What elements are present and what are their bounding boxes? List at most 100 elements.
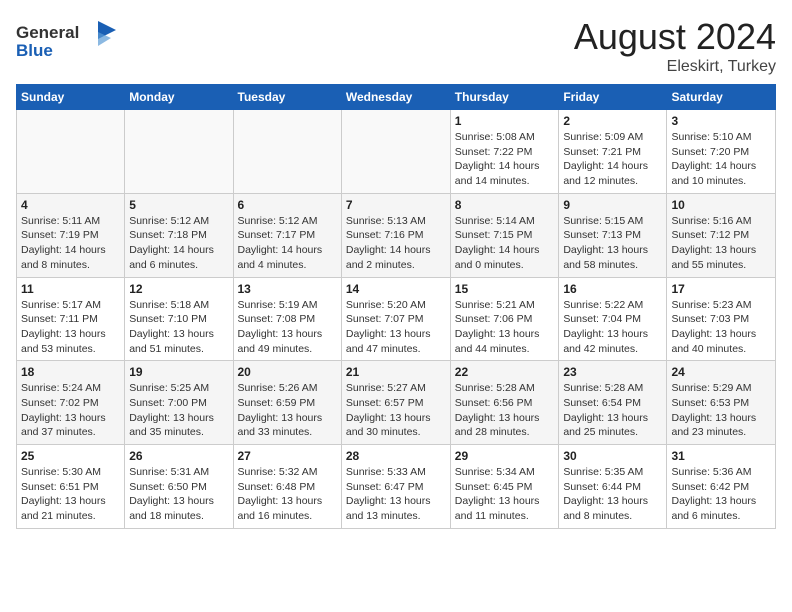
day-number: 8 (455, 198, 555, 212)
day-number: 28 (346, 449, 446, 463)
header-friday: Friday (559, 85, 667, 110)
day-info: Sunrise: 5:31 AMSunset: 6:50 PMDaylight:… (129, 465, 228, 524)
day-info: Sunrise: 5:34 AMSunset: 6:45 PMDaylight:… (455, 465, 555, 524)
day-info: Sunrise: 5:28 AMSunset: 6:56 PMDaylight:… (455, 381, 555, 440)
day-info: Sunrise: 5:24 AMSunset: 7:02 PMDaylight:… (21, 381, 120, 440)
day-info: Sunrise: 5:27 AMSunset: 6:57 PMDaylight:… (346, 381, 446, 440)
day-info: Sunrise: 5:25 AMSunset: 7:00 PMDaylight:… (129, 381, 228, 440)
day-number: 27 (238, 449, 337, 463)
day-number: 4 (21, 198, 120, 212)
day-info: Sunrise: 5:11 AMSunset: 7:19 PMDaylight:… (21, 214, 120, 273)
table-row: 15 Sunrise: 5:21 AMSunset: 7:06 PMDayligh… (450, 277, 559, 361)
day-number: 13 (238, 282, 337, 296)
calendar-week-row: 4 Sunrise: 5:11 AMSunset: 7:19 PMDaylight… (17, 193, 776, 277)
day-number: 25 (21, 449, 120, 463)
day-info: Sunrise: 5:33 AMSunset: 6:47 PMDaylight:… (346, 465, 446, 524)
table-row (125, 110, 233, 194)
svg-text:General: General (16, 23, 79, 42)
day-info: Sunrise: 5:15 AMSunset: 7:13 PMDaylight:… (563, 214, 662, 273)
table-row: 10 Sunrise: 5:16 AMSunset: 7:12 PMDayligh… (667, 193, 776, 277)
day-info: Sunrise: 5:20 AMSunset: 7:07 PMDaylight:… (346, 298, 446, 357)
header-saturday: Saturday (667, 85, 776, 110)
calendar-week-row: 11 Sunrise: 5:17 AMSunset: 7:11 PMDayligh… (17, 277, 776, 361)
header-monday: Monday (125, 85, 233, 110)
table-row: 25Sunrise: 5:30 AMSunset: 6:51 PMDayligh… (17, 445, 125, 529)
table-row (17, 110, 125, 194)
header-thursday: Thursday (450, 85, 559, 110)
table-row: 16 Sunrise: 5:22 AMSunset: 7:04 PMDayligh… (559, 277, 667, 361)
header-wednesday: Wednesday (341, 85, 450, 110)
title-block: August 2024 Eleskirt, Turkey (574, 16, 776, 76)
table-row: 5 Sunrise: 5:12 AMSunset: 7:18 PMDaylight… (125, 193, 233, 277)
month-year: August 2024 (574, 16, 776, 58)
day-number: 5 (129, 198, 228, 212)
day-number: 10 (671, 198, 771, 212)
day-info: Sunrise: 5:18 AMSunset: 7:10 PMDaylight:… (129, 298, 228, 357)
table-row: 29 Sunrise: 5:34 AMSunset: 6:45 PMDayligh… (450, 445, 559, 529)
table-row: 11 Sunrise: 5:17 AMSunset: 7:11 PMDayligh… (17, 277, 125, 361)
table-row: 6Sunrise: 5:12 AMSunset: 7:17 PMDaylight… (233, 193, 341, 277)
day-number: 17 (671, 282, 771, 296)
day-info: Sunrise: 5:14 AMSunset: 7:15 PMDaylight:… (455, 214, 555, 273)
day-number: 16 (563, 282, 662, 296)
page-header: General Blue August 2024 Eleskirt, Turke… (16, 16, 776, 76)
table-row: 14Sunrise: 5:20 AMSunset: 7:07 PMDayligh… (341, 277, 450, 361)
day-info: Sunrise: 5:21 AMSunset: 7:06 PMDaylight:… (455, 298, 555, 357)
day-number: 23 (563, 365, 662, 379)
day-info: Sunrise: 5:12 AMSunset: 7:17 PMDaylight:… (238, 214, 337, 273)
table-row: 2 Sunrise: 5:09 AMSunset: 7:21 PMDaylight… (559, 110, 667, 194)
table-row: 4 Sunrise: 5:11 AMSunset: 7:19 PMDaylight… (17, 193, 125, 277)
table-row: 23 Sunrise: 5:28 AMSunset: 6:54 PMDayligh… (559, 361, 667, 445)
table-row: 1 Sunrise: 5:08 AMSunset: 7:22 PMDaylight… (450, 110, 559, 194)
table-row: 12 Sunrise: 5:18 AMSunset: 7:10 PMDayligh… (125, 277, 233, 361)
day-number: 11 (21, 282, 120, 296)
day-number: 30 (563, 449, 662, 463)
day-number: 29 (455, 449, 555, 463)
day-number: 20 (238, 365, 337, 379)
day-info: Sunrise: 5:32 AMSunset: 6:48 PMDaylight:… (238, 465, 337, 524)
day-number: 2 (563, 114, 662, 128)
day-info: Sunrise: 5:23 AMSunset: 7:03 PMDaylight:… (671, 298, 771, 357)
day-number: 1 (455, 114, 555, 128)
day-number: 22 (455, 365, 555, 379)
day-number: 12 (129, 282, 228, 296)
day-info: Sunrise: 5:36 AMSunset: 6:42 PMDaylight:… (671, 465, 771, 524)
table-row: 24 Sunrise: 5:29 AMSunset: 6:53 PMDayligh… (667, 361, 776, 445)
day-number: 18 (21, 365, 120, 379)
day-number: 9 (563, 198, 662, 212)
day-number: 21 (346, 365, 446, 379)
table-row: 13 Sunrise: 5:19 AMSunset: 7:08 PMDayligh… (233, 277, 341, 361)
day-info: Sunrise: 5:19 AMSunset: 7:08 PMDaylight:… (238, 298, 337, 357)
day-info: Sunrise: 5:09 AMSunset: 7:21 PMDaylight:… (563, 130, 662, 189)
day-number: 24 (671, 365, 771, 379)
table-row: 30Sunrise: 5:35 AMSunset: 6:44 PMDayligh… (559, 445, 667, 529)
day-number: 7 (346, 198, 446, 212)
day-info: Sunrise: 5:13 AMSunset: 7:16 PMDaylight:… (346, 214, 446, 273)
day-number: 19 (129, 365, 228, 379)
day-info: Sunrise: 5:17 AMSunset: 7:11 PMDaylight:… (21, 298, 120, 357)
table-row: 26Sunrise: 5:31 AMSunset: 6:50 PMDayligh… (125, 445, 233, 529)
day-number: 3 (671, 114, 771, 128)
table-row: 22 Sunrise: 5:28 AMSunset: 6:56 PMDayligh… (450, 361, 559, 445)
table-row: 31 Sunrise: 5:36 AMSunset: 6:42 PMDayligh… (667, 445, 776, 529)
calendar-week-row: 18 Sunrise: 5:24 AMSunset: 7:02 PMDayligh… (17, 361, 776, 445)
table-row (233, 110, 341, 194)
day-info: Sunrise: 5:16 AMSunset: 7:12 PMDaylight:… (671, 214, 771, 273)
table-row: 27 Sunrise: 5:32 AMSunset: 6:48 PMDayligh… (233, 445, 341, 529)
calendar-header-row: Sunday Monday Tuesday Wednesday Thursday… (17, 85, 776, 110)
day-info: Sunrise: 5:22 AMSunset: 7:04 PMDaylight:… (563, 298, 662, 357)
day-info: Sunrise: 5:28 AMSunset: 6:54 PMDaylight:… (563, 381, 662, 440)
calendar-week-row: 1 Sunrise: 5:08 AMSunset: 7:22 PMDaylight… (17, 110, 776, 194)
day-info: Sunrise: 5:08 AMSunset: 7:22 PMDaylight:… (455, 130, 555, 189)
header-sunday: Sunday (17, 85, 125, 110)
table-row: 17 Sunrise: 5:23 AMSunset: 7:03 PMDayligh… (667, 277, 776, 361)
day-number: 31 (671, 449, 771, 463)
logo: General Blue (16, 16, 126, 71)
logo-text: General Blue (16, 16, 126, 71)
day-number: 15 (455, 282, 555, 296)
table-row: 3Sunrise: 5:10 AMSunset: 7:20 PMDaylight… (667, 110, 776, 194)
location: Eleskirt, Turkey (574, 58, 776, 76)
day-info: Sunrise: 5:29 AMSunset: 6:53 PMDaylight:… (671, 381, 771, 440)
day-info: Sunrise: 5:12 AMSunset: 7:18 PMDaylight:… (129, 214, 228, 273)
table-row (341, 110, 450, 194)
